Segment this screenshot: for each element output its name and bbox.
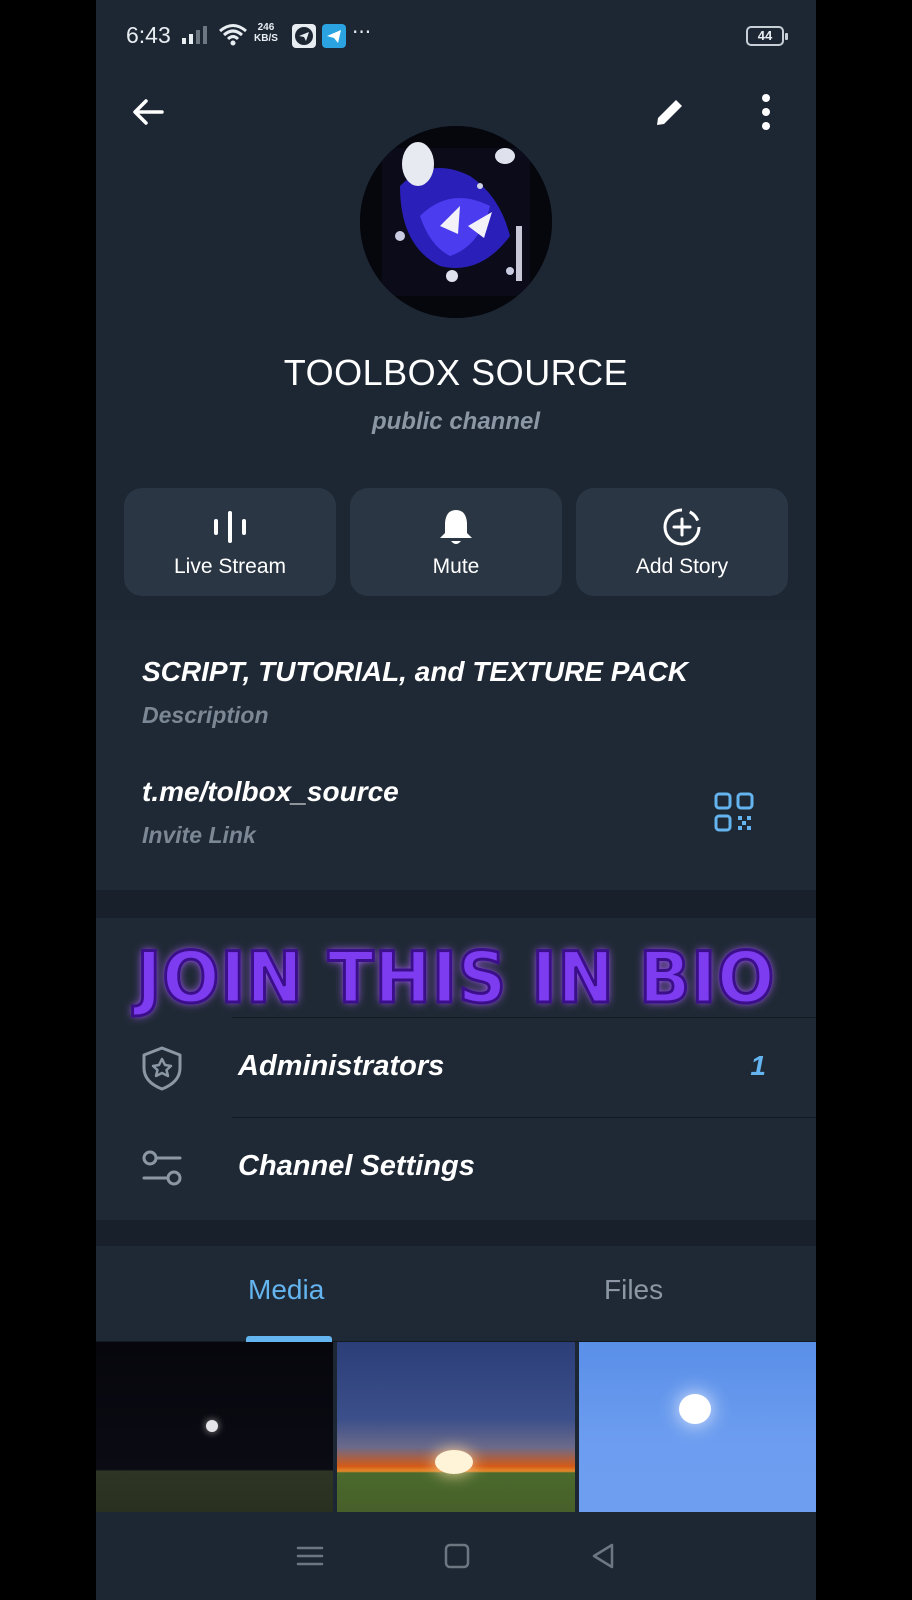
- invite-link[interactable]: t.me/tolbox_source: [142, 776, 399, 808]
- settings-sliders-icon: [142, 1150, 182, 1186]
- telegram-x-notification-icon: [292, 24, 316, 48]
- telegram-notification-icon: [322, 24, 346, 48]
- recents-menu-icon[interactable]: [296, 1544, 324, 1568]
- administrators-row[interactable]: Administrators 1: [96, 1018, 816, 1118]
- more-vertical-icon: [762, 94, 770, 130]
- tab-files[interactable]: Files: [604, 1274, 663, 1306]
- overlay-banner-text: JOIN THIS IN BIO: [135, 936, 776, 1021]
- channel-settings-row[interactable]: Channel Settings: [96, 1118, 816, 1218]
- battery-icon: 44: [746, 26, 788, 46]
- media-thumbnail[interactable]: [337, 1342, 575, 1512]
- channel-info: SCRIPT, TUTORIAL, and TEXTURE PACK Descr…: [96, 620, 816, 890]
- system-navigation-bar: [96, 1512, 816, 1600]
- live-stream-icon: [212, 505, 248, 549]
- wifi-icon: [219, 24, 247, 46]
- network-speed-unit: KB/S: [254, 33, 278, 44]
- home-square-icon[interactable]: [444, 1543, 470, 1569]
- administrators-label: Administrators: [238, 1050, 445, 1082]
- back-button[interactable]: [124, 88, 172, 136]
- back-triangle-icon[interactable]: [590, 1542, 616, 1570]
- signal-icon: [182, 26, 207, 44]
- qr-code-icon[interactable]: [714, 792, 754, 832]
- overlay-banner: JOIN THIS IN BIO: [96, 928, 816, 1028]
- invite-link-label: Invite Link: [142, 822, 256, 848]
- tab-media[interactable]: Media: [248, 1274, 324, 1306]
- bell-icon: [438, 505, 474, 549]
- edit-button[interactable]: [646, 88, 694, 136]
- avatar-image: [360, 126, 552, 318]
- status-bar: 6:43 246 KB/S ··· 44: [96, 0, 816, 70]
- media-thumbnail[interactable]: [96, 1342, 334, 1512]
- shield-star-icon: [142, 1046, 182, 1091]
- media-grid: [96, 1342, 816, 1512]
- network-speed: 246 KB/S: [254, 22, 278, 44]
- phone-screen: 6:43 246 KB/S ··· 44 TOOLBOX SOURCE publ…: [96, 0, 816, 1600]
- add-story-label: Add Story: [635, 555, 729, 578]
- channel-title: TOOLBOX SOURCE: [283, 352, 629, 393]
- more-notifications-icon: ···: [352, 20, 372, 44]
- administrators-count: 1: [750, 1050, 766, 1081]
- channel-type: public channel: [371, 408, 541, 435]
- live-stream-button[interactable]: Live Stream: [124, 488, 336, 596]
- mute-button[interactable]: Mute: [350, 488, 562, 596]
- add-story-button[interactable]: Add Story: [576, 488, 788, 596]
- section-separator: [96, 1220, 816, 1246]
- channel-avatar[interactable]: [360, 126, 552, 318]
- arrow-left-icon: [133, 99, 164, 125]
- mute-label: Mute: [432, 555, 480, 578]
- media-tabs: Media Files: [96, 1246, 816, 1342]
- network-speed-value: 246: [257, 22, 275, 33]
- channel-description[interactable]: SCRIPT, TUTORIAL, and TEXTURE PACK: [142, 656, 688, 688]
- live-stream-label: Live Stream: [173, 555, 287, 578]
- channel-settings-label: Channel Settings: [238, 1150, 475, 1182]
- section-separator: [96, 890, 816, 918]
- more-options-button[interactable]: [742, 88, 790, 136]
- action-buttons: Live Stream Mute Add Story: [124, 488, 788, 596]
- status-time: 6:43: [126, 22, 171, 48]
- pencil-icon: [657, 97, 685, 125]
- media-thumbnail[interactable]: [578, 1342, 816, 1512]
- add-story-icon: [661, 505, 703, 549]
- description-label: Description: [142, 702, 269, 728]
